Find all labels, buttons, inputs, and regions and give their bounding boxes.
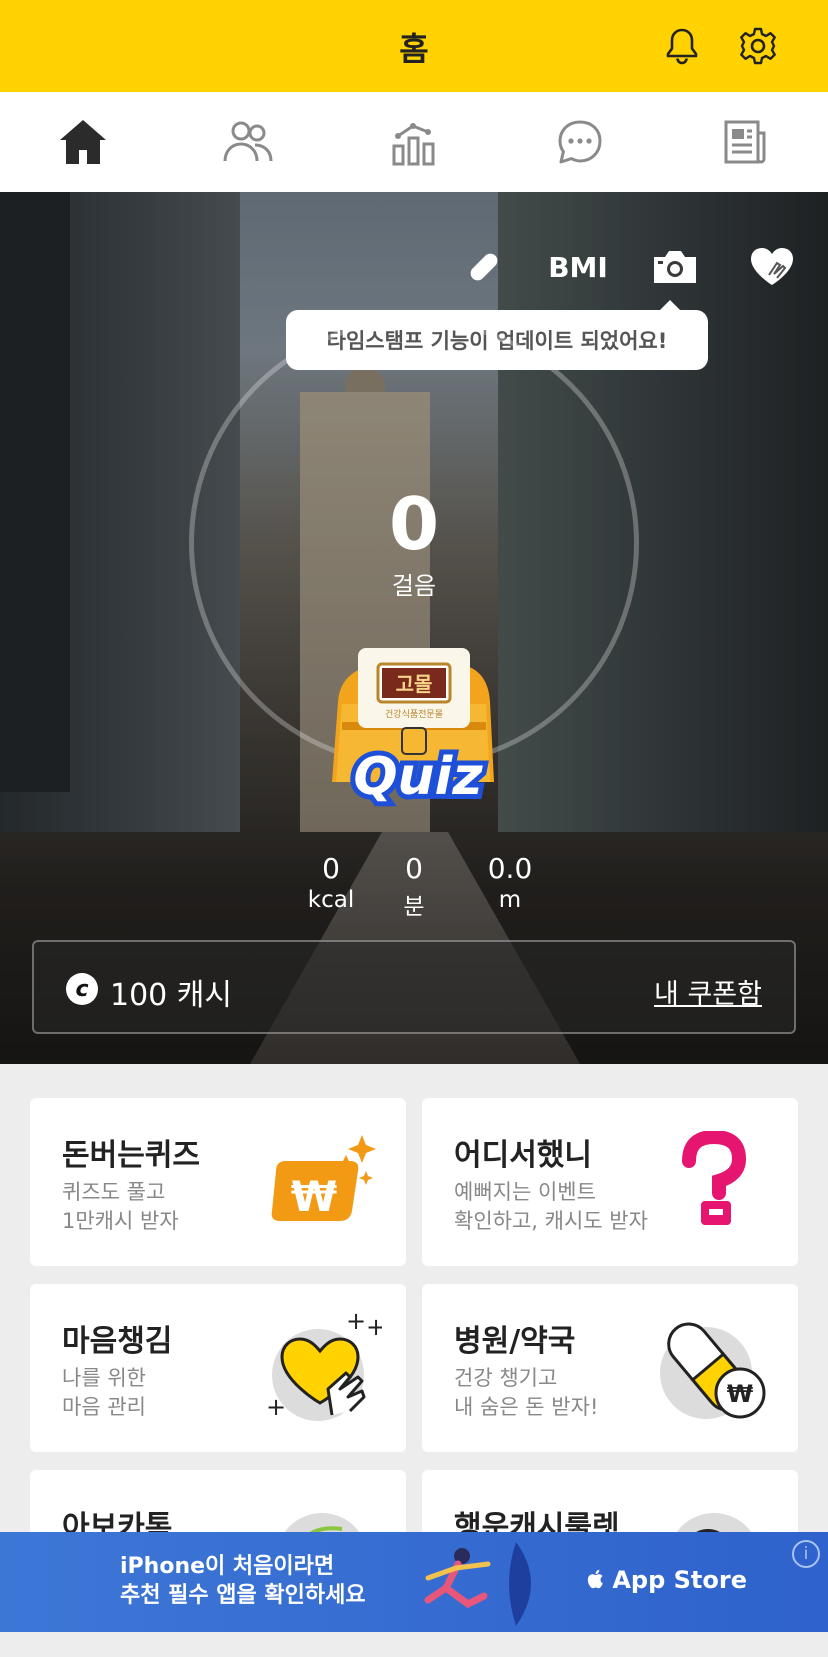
tab-chat[interactable] bbox=[497, 92, 663, 192]
card-subtitle: 건강 챙기고내 숨은 돈 받자! bbox=[454, 1364, 598, 1422]
screen: 홈 BMI 타임스탬프 기능이 업데이트 되었어요! 0 걸음 고몰 건강식품전… bbox=[0, 0, 828, 1657]
card-subtitle-line: 나를 위한 bbox=[62, 1366, 146, 1390]
heart-hand-icon: + + + bbox=[262, 1307, 382, 1422]
card-subtitle: 퀴즈도 풀고 1만캐시 받자 bbox=[62, 1178, 179, 1236]
tab-stats[interactable] bbox=[331, 92, 497, 192]
bmi-button[interactable]: BMI bbox=[548, 242, 608, 292]
hero-panel: BMI 타임스탬프 기능이 업데이트 되었어요! 0 걸음 고몰 건강식품전문몰… bbox=[0, 192, 828, 1064]
distance-stat: 0.0 m bbox=[460, 852, 560, 913]
quiz-chest-badge[interactable]: 고몰 건강식품전문몰 Quiz bbox=[318, 642, 508, 812]
card-title: 병원/약국 bbox=[454, 1324, 576, 1359]
step-label: 걸음 bbox=[391, 572, 437, 600]
step-count: 0 bbox=[388, 482, 440, 566]
tab-home[interactable] bbox=[0, 92, 166, 192]
ad-text: iPhone이 처음이라면 추천 필수 앱을 확인하세요 bbox=[120, 1552, 366, 1610]
card-subtitle-line: 확인하고, 캐시도 받자 bbox=[454, 1209, 648, 1233]
apple-icon bbox=[586, 1566, 612, 1594]
people-icon bbox=[223, 121, 273, 162]
card-subtitle-line: 예뻐지는 이벤트 bbox=[454, 1180, 596, 1204]
tab-friends[interactable] bbox=[166, 92, 332, 192]
svg-text:+: + bbox=[346, 1307, 366, 1335]
home-icon bbox=[59, 120, 106, 164]
camera-icon[interactable] bbox=[648, 242, 702, 292]
distance-unit: m bbox=[498, 887, 522, 913]
ad-line: 추천 필수 앱을 확인하세요 bbox=[120, 1583, 366, 1608]
card-mindfulness[interactable]: 마음챙김 나를 위한 마음 관리 + + + bbox=[30, 1284, 406, 1452]
distance-value: 0.0 bbox=[487, 852, 533, 885]
tab-news[interactable] bbox=[662, 92, 828, 192]
app-store-ad-banner[interactable]: iPhone이 처음이라면 추천 필수 앱을 확인하세요 App Store i bbox=[0, 1532, 828, 1632]
minutes-unit: 분 bbox=[403, 894, 425, 920]
card-subtitle: 나를 위한마음 관리 bbox=[62, 1364, 146, 1422]
card-hospital-pharmacy[interactable]: 병원/약국 건강 챙기고내 숨은 돈 받자! ₩ bbox=[422, 1284, 798, 1452]
svg-text:₩: ₩ bbox=[727, 1380, 754, 1408]
cash-amount[interactable]: 100 캐시 bbox=[110, 970, 232, 1014]
svg-text:+: + bbox=[366, 1313, 382, 1341]
minutes-stat: 0 분 bbox=[364, 852, 464, 921]
minutes-value: 0 bbox=[405, 852, 423, 885]
pink-question-icon bbox=[654, 1126, 774, 1236]
card-title: 어디서했니 bbox=[454, 1138, 592, 1173]
chat-bubble-icon bbox=[558, 120, 602, 164]
quiz-label: Quiz bbox=[353, 747, 483, 807]
card-subtitle: 예뻐지는 이벤트확인하고, 캐시도 받자 bbox=[454, 1178, 648, 1236]
tab-bar bbox=[0, 92, 828, 192]
bell-icon[interactable] bbox=[660, 24, 704, 68]
card-subtitle-line: 건강 챙기고 bbox=[454, 1366, 558, 1390]
coupon-box-link[interactable]: 내 쿠폰함 bbox=[654, 972, 762, 1011]
gear-icon[interactable] bbox=[736, 24, 780, 68]
bar-chart-icon bbox=[392, 123, 435, 166]
card-money-quiz[interactable]: 돈버는퀴즈 퀴즈도 풀고 1만캐시 받자 ₩ bbox=[30, 1098, 406, 1266]
quiz-brand-sub: 건강식품전문몰 bbox=[385, 709, 443, 720]
ad-info-icon[interactable]: i bbox=[792, 1540, 820, 1568]
svg-text:₩: ₩ bbox=[291, 1172, 337, 1221]
cash-balance-bar: c 100 캐시 내 쿠폰함 bbox=[32, 940, 796, 1034]
card-where-did-you[interactable]: 어디서했니 예뻐지는 이벤트확인하고, 캐시도 받자 bbox=[422, 1098, 798, 1266]
card-subtitle-line: 내 숨은 돈 받자! bbox=[454, 1395, 599, 1419]
app-store-text: App Store bbox=[612, 1566, 748, 1594]
heart-hand-icon[interactable] bbox=[746, 242, 798, 292]
won-sparkle-icon: ₩ bbox=[262, 1126, 382, 1236]
coin-icon: c bbox=[66, 973, 98, 1005]
card-subtitle-line: 1만캐시 받자 bbox=[62, 1209, 179, 1233]
quiz-brand-text: 고몰 bbox=[396, 672, 433, 696]
newspaper-icon bbox=[724, 120, 766, 164]
svg-text:+: + bbox=[266, 1393, 286, 1421]
pill-won-icon: ₩ bbox=[654, 1312, 774, 1422]
top-bar: 홈 bbox=[0, 0, 828, 92]
card-title: 마음챙김 bbox=[62, 1324, 173, 1359]
card-subtitle-line: 퀴즈도 풀고 bbox=[62, 1180, 166, 1204]
app-store-label: App Store bbox=[586, 1566, 747, 1594]
runner-illustration bbox=[424, 1542, 531, 1626]
card-subtitle-line: 마음 관리 bbox=[62, 1395, 146, 1419]
pill-icon[interactable] bbox=[462, 242, 506, 292]
card-title: 돈버는퀴즈 bbox=[62, 1138, 200, 1173]
ad-line: iPhone이 처음이라면 bbox=[120, 1554, 335, 1579]
bottom-strip bbox=[0, 1632, 828, 1657]
